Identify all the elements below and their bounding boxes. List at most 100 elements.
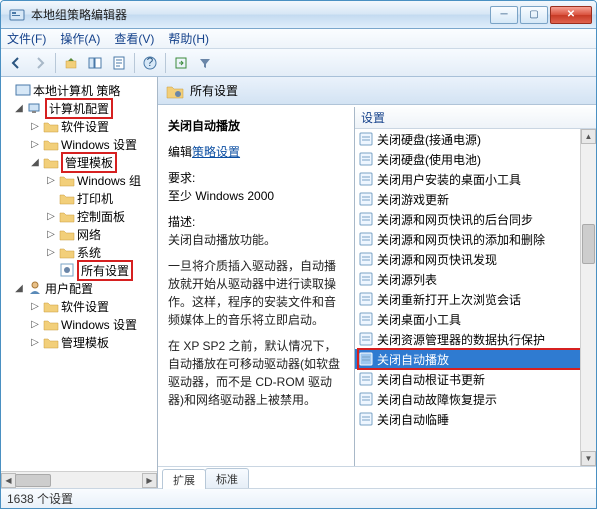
- up-button[interactable]: [60, 52, 82, 74]
- scroll-up-icon[interactable]: ▲: [581, 129, 596, 144]
- tab-extended[interactable]: 扩展: [162, 469, 206, 489]
- tree-all-settings[interactable]: 所有设置: [1, 261, 157, 279]
- tree-control-panel[interactable]: ▷控制面板: [1, 207, 157, 225]
- settings-row-label: 关闭自动根证书更新: [377, 371, 485, 388]
- settings-row[interactable]: 关闭硬盘(接通电源): [355, 129, 580, 149]
- tree-windows-settings[interactable]: ▷Windows 设置: [1, 135, 157, 153]
- tree-u-admin[interactable]: ▷管理模板: [1, 333, 157, 351]
- scroll-thumb[interactable]: [15, 474, 51, 487]
- svg-text:?: ?: [147, 56, 154, 69]
- tree-label: 用户配置: [45, 280, 93, 297]
- tree-label: 系统: [77, 244, 101, 261]
- tree-admin-templates[interactable]: ◢管理模板: [1, 153, 157, 171]
- settings-row-label: 关闭自动临睡: [377, 411, 449, 428]
- settings-row[interactable]: 关闭自动故障恢复提示: [355, 389, 580, 409]
- tree-windows-group[interactable]: ▷Windows 组: [1, 171, 157, 189]
- desc-1: 关闭自动播放功能。: [168, 231, 344, 249]
- maximize-button[interactable]: ▢: [520, 6, 548, 24]
- settings-row-label: 关闭源和网页快讯的后台同步: [377, 211, 533, 228]
- help-button[interactable]: ?: [139, 52, 161, 74]
- description: 描述: 关闭自动播放功能。: [168, 213, 344, 249]
- edit-policy-link[interactable]: 策略设置: [192, 145, 240, 159]
- client-area: 本地计算机 策略 ◢计算机配置 ▷软件设置 ▷Windows 设置 ◢管理模板 …: [1, 77, 596, 488]
- app-window: 本地组策略编辑器 ─ ▢ ✕ 文件(F) 操作(A) 查看(V) 帮助(H) ?: [0, 0, 597, 509]
- menu-action[interactable]: 操作(A): [60, 30, 100, 47]
- settings-row[interactable]: 关闭用户安装的桌面小工具: [355, 169, 580, 189]
- setting-item-icon: [359, 392, 373, 406]
- settings-row[interactable]: 关闭资源管理器的数据执行保护: [355, 329, 580, 349]
- tree-hscrollbar[interactable]: ◀ ▶: [1, 471, 157, 488]
- settings-row[interactable]: 关闭源和网页快讯的添加和删除: [355, 229, 580, 249]
- settings-row[interactable]: 关闭重新打开上次浏览会话: [355, 289, 580, 309]
- tree-user-config[interactable]: ◢用户配置: [1, 279, 157, 297]
- folder-gear-icon: [166, 82, 184, 100]
- toolbar-separator: [134, 53, 135, 73]
- toolbar: ?: [1, 49, 596, 77]
- minimize-button[interactable]: ─: [490, 6, 518, 24]
- back-button[interactable]: [5, 52, 27, 74]
- export-button[interactable]: [170, 52, 192, 74]
- settings-row[interactable]: 关闭源和网页快讯的后台同步: [355, 209, 580, 229]
- settings-row[interactable]: 关闭源列表: [355, 269, 580, 289]
- settings-row[interactable]: 关闭硬盘(使用电池): [355, 149, 580, 169]
- properties-button[interactable]: [108, 52, 130, 74]
- setting-item-icon: [359, 232, 373, 246]
- tree-label: Windows 设置: [61, 136, 137, 153]
- settings-row[interactable]: 关闭游戏更新: [355, 189, 580, 209]
- requirements: 要求: 至少 Windows 2000: [168, 169, 344, 205]
- close-button[interactable]: ✕: [550, 6, 592, 24]
- scroll-left-icon[interactable]: ◀: [1, 473, 16, 488]
- scroll-right-icon[interactable]: ▶: [142, 473, 157, 488]
- window-buttons: ─ ▢ ✕: [490, 6, 592, 24]
- tree-system[interactable]: ▷系统: [1, 243, 157, 261]
- settings-row[interactable]: 关闭自动播放: [355, 349, 580, 369]
- settings-row-label: 关闭硬盘(接通电源): [377, 131, 481, 148]
- tree-label: 网络: [77, 226, 101, 243]
- filter-button[interactable]: [194, 52, 216, 74]
- desc-3: 在 XP SP2 之前，默认情况下，自动播放在可移动驱动器(如软盘驱动器，而不是…: [168, 337, 344, 409]
- desc-label: 描述:: [168, 213, 344, 231]
- settings-list-wrap: 设置 关闭硬盘(接通电源) 关闭硬盘(使用电池)关闭用户安装的桌面小工具关闭游戏更…: [354, 107, 596, 466]
- window-title: 本地组策略编辑器: [31, 6, 490, 23]
- content-pane: 所有设置 关闭自动播放 编辑策略设置 要求: 至少 Windows 2000 描…: [158, 77, 596, 488]
- settings-list[interactable]: 关闭硬盘(接通电源)关闭硬盘(使用电池)关闭用户安装的桌面小工具关闭游戏更新关闭…: [355, 129, 596, 466]
- settings-row-label: 关闭游戏更新: [377, 191, 449, 208]
- settings-row-label: 关闭源列表: [377, 271, 437, 288]
- tree-label: Windows 组: [77, 172, 141, 189]
- settings-row[interactable]: 关闭源和网页快讯发现: [355, 249, 580, 269]
- tree-u-software[interactable]: ▷软件设置: [1, 297, 157, 315]
- show-hide-tree-button[interactable]: [84, 52, 106, 74]
- forward-button[interactable]: [29, 52, 51, 74]
- toolbar-separator: [55, 53, 56, 73]
- menu-file[interactable]: 文件(F): [7, 30, 46, 47]
- nav-tree[interactable]: 本地计算机 策略 ◢计算机配置 ▷软件设置 ▷Windows 设置 ◢管理模板 …: [1, 77, 157, 471]
- tree-printers[interactable]: 打印机: [1, 189, 157, 207]
- menu-view[interactable]: 查看(V): [114, 30, 154, 47]
- scroll-thumb[interactable]: [582, 224, 595, 264]
- tab-standard[interactable]: 标准: [205, 468, 249, 488]
- settings-row-label: 关闭硬盘(使用电池): [377, 151, 481, 168]
- statusbar: 1638 个设置: [1, 488, 596, 508]
- tree-software-settings[interactable]: ▷软件设置: [1, 117, 157, 135]
- tree-u-windows[interactable]: ▷Windows 设置: [1, 315, 157, 333]
- tree-network[interactable]: ▷网络: [1, 225, 157, 243]
- tree-root-label: 本地计算机 策略: [33, 82, 120, 99]
- list-column-header[interactable]: 设置: [355, 107, 596, 129]
- tree-computer-config[interactable]: ◢计算机配置: [1, 99, 157, 117]
- settings-row[interactable]: 关闭桌面小工具: [355, 309, 580, 329]
- setting-item-icon: [359, 372, 373, 386]
- scroll-down-icon[interactable]: ▼: [581, 451, 596, 466]
- settings-row[interactable]: 关闭自动临睡: [355, 409, 580, 429]
- setting-item-icon: [359, 212, 373, 226]
- setting-item-icon: [359, 192, 373, 206]
- settings-row[interactable]: 关闭自动根证书更新: [355, 369, 580, 389]
- list-vscrollbar[interactable]: ▲ ▼: [580, 129, 596, 466]
- scroll-track[interactable]: [581, 144, 596, 451]
- menu-help[interactable]: 帮助(H): [168, 30, 209, 47]
- req-value: 至少 Windows 2000: [168, 187, 344, 205]
- tree-label: 软件设置: [61, 298, 109, 315]
- tree-root[interactable]: 本地计算机 策略: [1, 81, 157, 99]
- tree-label: 打印机: [77, 190, 113, 207]
- setting-title: 关闭自动播放: [168, 117, 344, 135]
- setting-item-icon: [359, 332, 373, 346]
